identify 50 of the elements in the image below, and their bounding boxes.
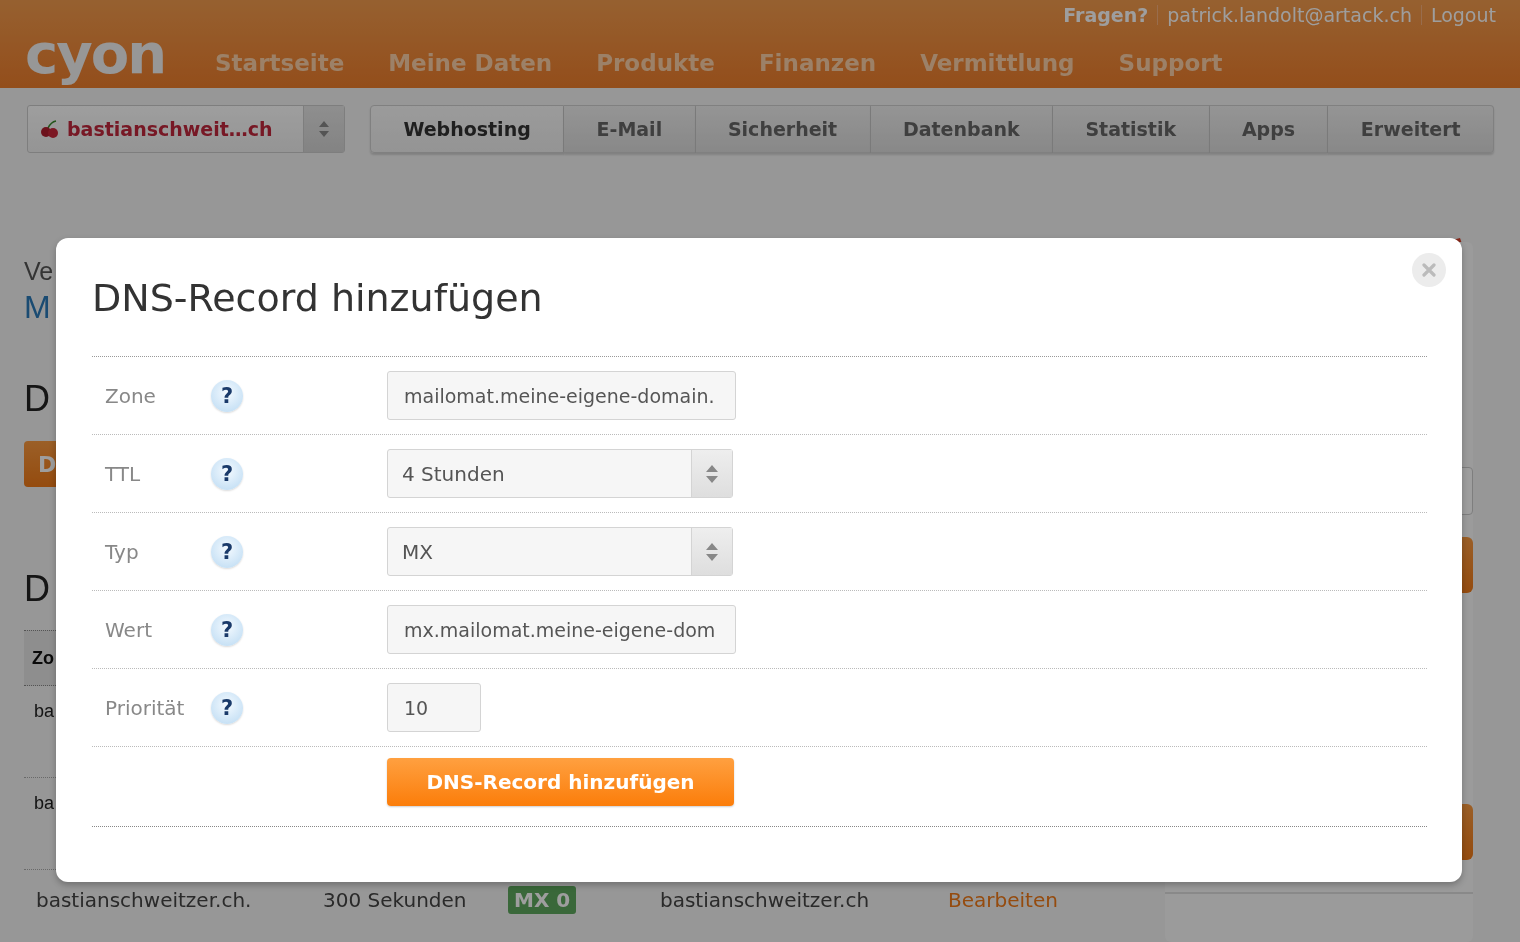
tab[interactable]: Erweitert: [1328, 105, 1494, 153]
field-label: Priorität: [105, 695, 185, 720]
field-label: Zone: [105, 383, 156, 408]
tab[interactable]: Apps: [1209, 105, 1329, 153]
tab[interactable]: Sicherheit: [695, 105, 871, 153]
input-field[interactable]: mx.mailomat.meine-eigene-dom: [387, 605, 736, 654]
account-link[interactable]: patrick.landolt@artack.ch: [1167, 4, 1412, 26]
page-overline: Ve: [24, 256, 54, 287]
help-icon[interactable]: ?: [211, 613, 243, 646]
column-header: Zo: [32, 647, 54, 669]
help-link[interactable]: Fragen?: [1063, 4, 1149, 26]
domain-select[interactable]: bastianschweit…ch: [27, 105, 345, 153]
section-heading: D: [24, 377, 50, 421]
select-field[interactable]: MX: [387, 527, 733, 576]
nav-link[interactable]: Meine Daten: [388, 50, 553, 76]
dialog-title: DNS-Record hinzufügen: [92, 275, 544, 322]
page-title: M: [24, 289, 51, 325]
nav-link[interactable]: Finanzen: [758, 50, 877, 76]
field-label: Wert: [105, 617, 152, 642]
table-cell: 300 Sekunden: [323, 888, 467, 912]
submit-button[interactable]: DNS-Record hinzufügen: [387, 757, 734, 806]
tab[interactable]: E-Mail: [564, 105, 696, 153]
section-heading: D: [24, 567, 50, 611]
help-icon[interactable]: ?: [211, 457, 243, 490]
field-label: TTL: [105, 461, 141, 486]
input-field[interactable]: mailomat.meine-eigene-domain.: [387, 371, 736, 420]
table-cell: ba: [34, 701, 55, 721]
tab[interactable]: Statistik: [1053, 105, 1210, 153]
nav-link[interactable]: Startseite: [215, 50, 345, 76]
nav-link[interactable]: Support: [1118, 50, 1223, 76]
tab[interactable]: Webhosting: [370, 105, 565, 153]
type-badge: MX 0: [508, 886, 577, 914]
select-field[interactable]: 4 Stunden: [387, 449, 733, 498]
close-icon: [1422, 263, 1436, 277]
nav-link[interactable]: Vermittlung: [920, 50, 1075, 76]
table-cell: bastianschweitzer.ch.: [36, 888, 252, 912]
input-field[interactable]: 10: [387, 683, 481, 732]
tab[interactable]: Datenbank: [870, 105, 1053, 153]
account-link[interactable]: Logout: [1430, 4, 1496, 26]
spinner-arrows-icon: [318, 119, 330, 139]
table-cell: ba: [34, 793, 55, 813]
edit-link[interactable]: Bearbeiten: [948, 888, 1058, 912]
help-icon[interactable]: ?: [211, 379, 243, 412]
field-label: Typ: [105, 539, 139, 564]
table-cell: bastianschweitzer.ch: [660, 888, 870, 912]
cherry-icon: [39, 119, 61, 139]
help-icon[interactable]: ?: [211, 535, 243, 568]
nav-link[interactable]: Produkte: [596, 50, 715, 76]
close-button[interactable]: [1412, 253, 1446, 287]
help-icon[interactable]: ?: [211, 691, 243, 724]
